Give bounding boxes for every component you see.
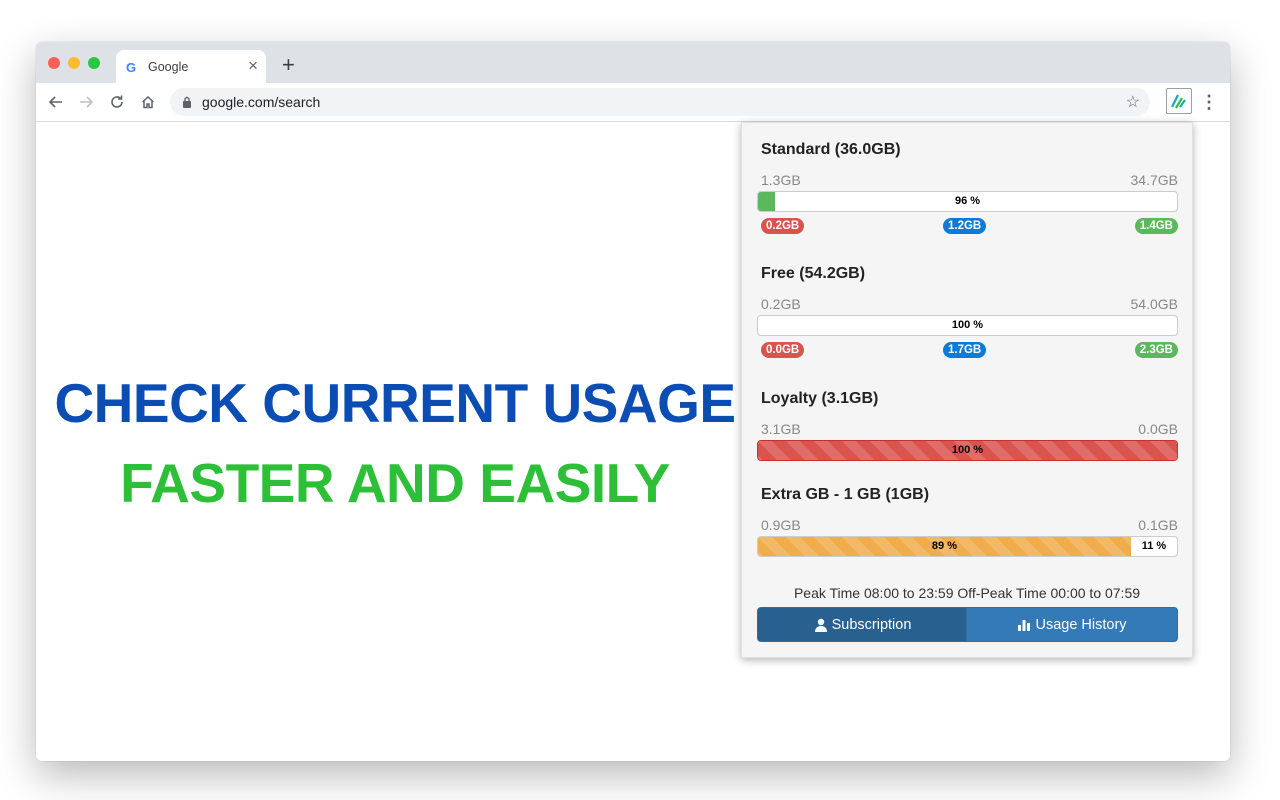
close-tab-icon[interactable]: × <box>248 56 258 76</box>
address-bar[interactable]: google.com/search ☆ <box>170 88 1150 116</box>
home-icon[interactable] <box>140 94 156 110</box>
badge-red: 0.2GB <box>761 218 805 234</box>
extension-logo-icon <box>1171 94 1186 109</box>
browser-toolbar: google.com/search ☆ ⋮ <box>36 83 1230 122</box>
badge-green: 2.3GB <box>1134 342 1178 358</box>
usage-progress-bar: 89 % 11 % <box>757 536 1178 557</box>
forward-arrow-icon[interactable] <box>78 94 94 110</box>
badge-blue: 1.7GB <box>943 342 987 358</box>
remaining-value: 54.0GB <box>1130 296 1178 312</box>
maximize-window-button[interactable] <box>88 57 100 69</box>
bookmark-star-icon[interactable]: ☆ <box>1126 92 1140 112</box>
used-value: 3.1GB <box>761 421 801 437</box>
peak-time-text: Peak Time 08:00 to 23:59 Off-Peak Time 0… <box>793 585 1141 601</box>
tab-strip: G Google × + <box>36 42 1230 83</box>
used-value: 0.2GB <box>761 296 801 312</box>
google-favicon-icon: G <box>126 60 136 75</box>
extension-popup: Standard (36.0GB) 1.3GB 34.7GB 96 % 0.2G… <box>741 122 1193 658</box>
usage-progress-bar: 100 % <box>757 315 1178 336</box>
url-text: google.com/search <box>202 94 321 110</box>
section-title: Loyalty (3.1GB) <box>761 390 879 407</box>
usage-history-label: Usage History <box>1035 616 1127 633</box>
new-tab-button[interactable]: + <box>282 54 295 76</box>
used-value: 0.9GB <box>761 517 801 533</box>
tab-title: Google <box>148 60 189 74</box>
lock-icon <box>183 96 191 108</box>
bar-chart-icon <box>1018 619 1031 631</box>
subscription-label: Subscription <box>831 616 912 633</box>
badge-red: 0.0GB <box>761 342 805 358</box>
section-title: Standard (36.0GB) <box>761 141 901 158</box>
progress-label-used: 89 % <box>931 540 957 552</box>
usage-history-button[interactable]: Usage History <box>966 607 1178 642</box>
remaining-value: 0.1GB <box>1138 517 1178 533</box>
hero-subheading: FASTER AND EASILY <box>120 452 670 514</box>
extension-icon[interactable] <box>1166 88 1192 114</box>
section-title: Extra GB - 1 GB (1GB) <box>761 486 930 503</box>
reload-icon[interactable] <box>109 94 125 110</box>
remaining-value: 34.7GB <box>1130 172 1178 188</box>
progress-label-remaining: 11 % <box>1141 540 1167 552</box>
minimize-window-button[interactable] <box>68 57 80 69</box>
badge-blue: 1.2GB <box>943 218 987 234</box>
svg-text:G: G <box>126 60 136 75</box>
close-window-button[interactable] <box>48 57 60 69</box>
section-title: Free (54.2GB) <box>761 265 866 282</box>
progress-label: 100 % <box>951 319 984 331</box>
usage-progress-bar: 96 % <box>757 191 1178 212</box>
subscription-button[interactable]: Subscription <box>757 607 968 642</box>
used-value: 1.3GB <box>761 172 801 188</box>
progress-label: 96 % <box>954 195 981 207</box>
browser-menu-icon[interactable]: ⋮ <box>1199 91 1219 113</box>
usage-progress-bar: 100 % <box>757 440 1178 461</box>
hero-heading: CHECK CURRENT USAGE <box>54 372 736 434</box>
remaining-value: 0.0GB <box>1138 421 1178 437</box>
tab-google[interactable]: G Google × <box>116 50 266 83</box>
progress-label: 100 % <box>951 444 984 456</box>
back-arrow-icon[interactable] <box>48 94 64 110</box>
user-icon <box>814 618 827 632</box>
badge-green: 1.4GB <box>1134 218 1178 234</box>
